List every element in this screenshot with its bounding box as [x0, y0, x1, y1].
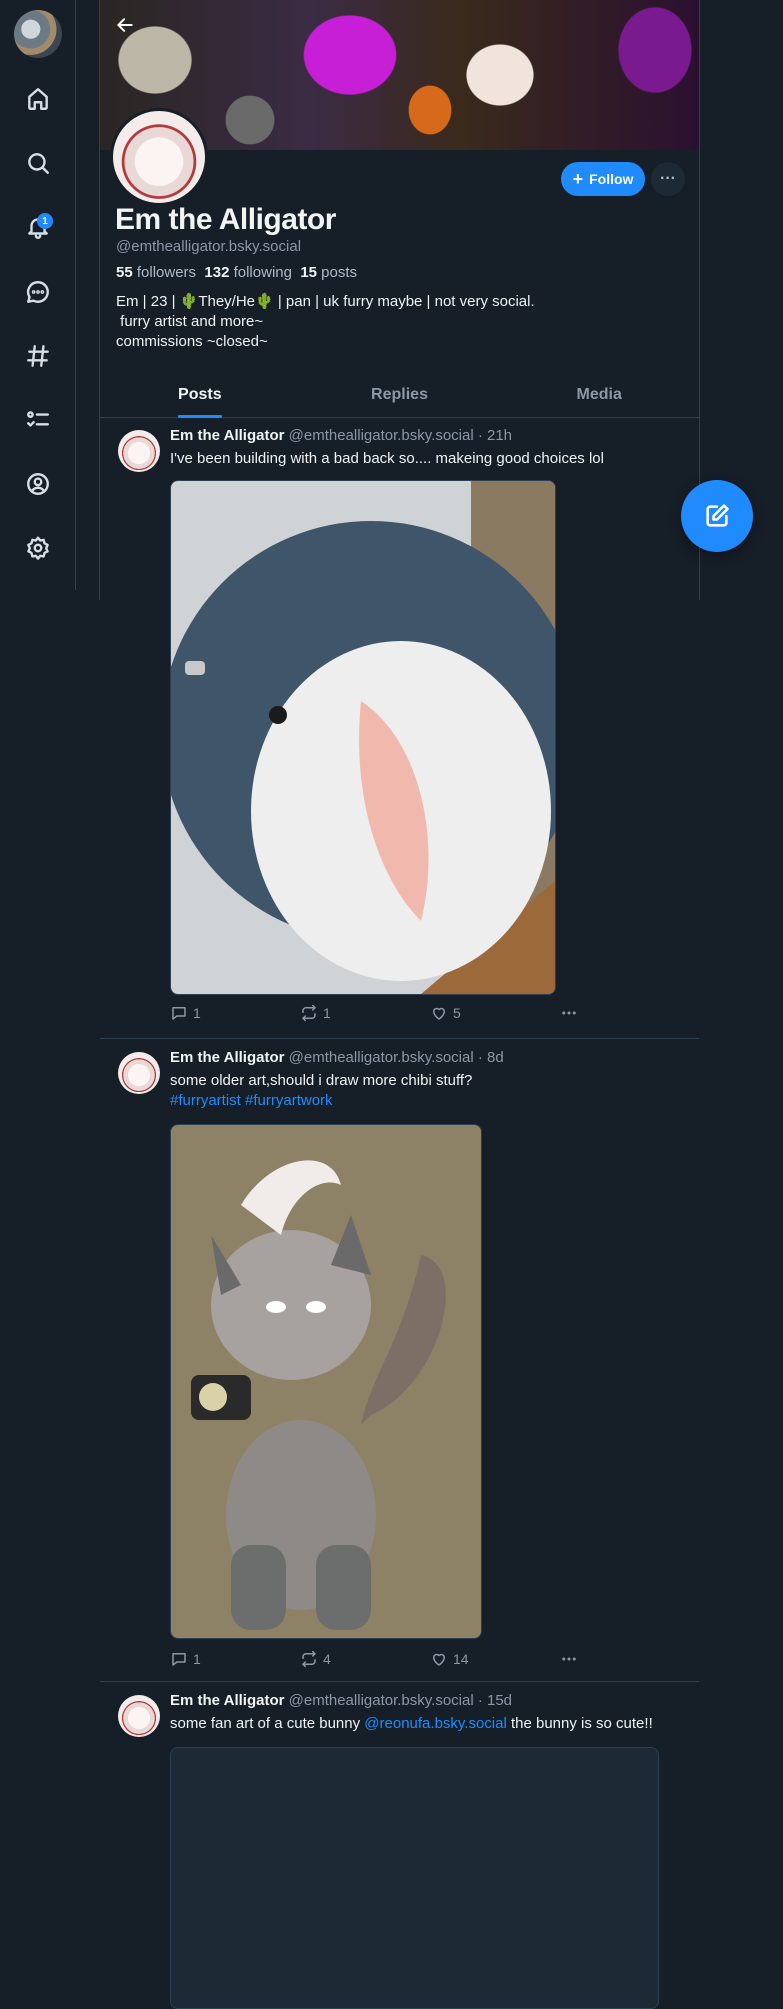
reply-button[interactable]: 1 — [170, 1004, 201, 1022]
reply-button[interactable]: 1 — [170, 1650, 201, 1668]
hashtag-icon — [27, 345, 49, 367]
profile-icon — [27, 473, 49, 495]
home-icon — [28, 88, 48, 110]
ellipsis-icon — [562, 1657, 576, 1661]
post-meta: @emthealligator.bsky.social · 8d — [288, 1049, 504, 1066]
post-text: some older art,should i draw more chibi … — [170, 1072, 473, 1111]
tab-media[interactable]: Media — [499, 372, 699, 417]
post-author[interactable]: Em the Alligator — [170, 427, 284, 444]
followers-link[interactable]: 55 followers — [116, 264, 196, 281]
profile-handle: @emthealligator.bsky.social — [116, 238, 302, 255]
chibi-art-image — [171, 1125, 481, 1638]
post-actions: 1 4 14 — [170, 1650, 590, 1674]
post-meta: @emthealligator.bsky.social · 21h — [288, 427, 513, 444]
feed-post[interactable]: Em the Alligator @emthealligator.bsky.so… — [100, 418, 699, 1038]
nav-settings[interactable] — [20, 530, 56, 566]
list-icon — [27, 411, 49, 427]
search-icon — [28, 153, 49, 174]
nav-divider — [75, 0, 76, 590]
following-link[interactable]: 132 following — [204, 264, 292, 281]
post-more-button[interactable] — [560, 1004, 578, 1022]
display-name: Em the Alligator — [115, 203, 336, 236]
post-author[interactable]: Em the Alligator — [170, 1049, 284, 1066]
profile-tabs: Posts Replies Media — [100, 372, 699, 418]
like-button[interactable]: 5 — [430, 1004, 461, 1022]
follow-button[interactable]: + Follow — [561, 162, 645, 196]
plus-icon: + — [572, 169, 584, 189]
nav-feeds[interactable] — [20, 338, 56, 374]
repost-icon — [302, 1004, 316, 1022]
profile-bio: Em | 23 | 🌵They/He🌵 | pan | uk furry may… — [116, 293, 535, 350]
heart-icon — [433, 1653, 445, 1666]
post-header: Em the Alligator @emthealligator.bsky.so… — [170, 1049, 504, 1066]
compose-icon — [706, 504, 729, 527]
compose-button[interactable] — [681, 480, 753, 552]
post-text: I've been building with a bad back so...… — [170, 450, 604, 467]
reply-icon — [172, 1007, 186, 1020]
posts-count: 15 posts — [300, 264, 358, 281]
more-options-button[interactable]: ··· — [651, 162, 685, 196]
post-divider — [100, 1681, 699, 1682]
chat-icon — [26, 281, 49, 303]
feed-post[interactable]: Em the Alligator @emthealligator.bsky.so… — [100, 1040, 699, 1680]
arrow-left-icon — [117, 18, 133, 32]
profile-stats: 55 followers 132 following 15 posts — [116, 264, 357, 281]
nav-home[interactable] — [20, 81, 56, 117]
tab-posts[interactable]: Posts — [100, 372, 300, 418]
ellipsis-icon — [562, 1011, 576, 1015]
post-avatar[interactable] — [118, 1052, 160, 1094]
post-image-loading[interactable] — [170, 1747, 659, 2009]
repost-button[interactable]: 1 — [300, 1004, 331, 1022]
reply-icon — [172, 1653, 186, 1666]
back-button[interactable] — [108, 8, 142, 42]
post-more-button[interactable] — [560, 1650, 578, 1668]
repost-button[interactable]: 4 — [300, 1650, 331, 1668]
shark-plush-image — [171, 481, 555, 994]
post-actions: 1 1 5 — [170, 1004, 590, 1028]
feed-post[interactable]: Em the Alligator @emthealligator.bsky.so… — [100, 1683, 699, 2009]
post-avatar[interactable] — [118, 430, 160, 472]
nav-profile[interactable] — [20, 466, 56, 502]
post-hashtags[interactable]: #furryartist #furryartwork — [170, 1091, 472, 1111]
post-header: Em the Alligator @emthealligator.bsky.so… — [170, 427, 512, 444]
tab-replies[interactable]: Replies — [300, 372, 500, 417]
nav-lists[interactable] — [20, 402, 56, 438]
gear-icon — [27, 536, 49, 560]
repost-icon — [302, 1650, 316, 1668]
nav-chat[interactable] — [20, 274, 56, 310]
post-image[interactable] — [170, 1124, 482, 1639]
my-avatar[interactable] — [14, 10, 62, 58]
post-mention[interactable]: @reonufa.bsky.social — [364, 1715, 507, 1732]
post-author[interactable]: Em the Alligator — [170, 1692, 284, 1709]
post-header: Em the Alligator @emthealligator.bsky.so… — [170, 1692, 512, 1709]
post-avatar[interactable] — [118, 1695, 160, 1737]
post-image[interactable] — [170, 480, 556, 995]
heart-icon — [433, 1007, 445, 1020]
post-text: some fan art of a cute bunny @reonufa.bs… — [170, 1715, 653, 1732]
notification-badge: 1 — [37, 213, 53, 229]
nav-search[interactable] — [20, 145, 56, 181]
like-button[interactable]: 14 — [430, 1650, 469, 1668]
post-meta: @emthealligator.bsky.social · 15d — [288, 1692, 513, 1709]
post-divider — [100, 1038, 699, 1039]
profile-avatar[interactable] — [110, 108, 208, 206]
follow-label: Follow — [589, 171, 634, 187]
